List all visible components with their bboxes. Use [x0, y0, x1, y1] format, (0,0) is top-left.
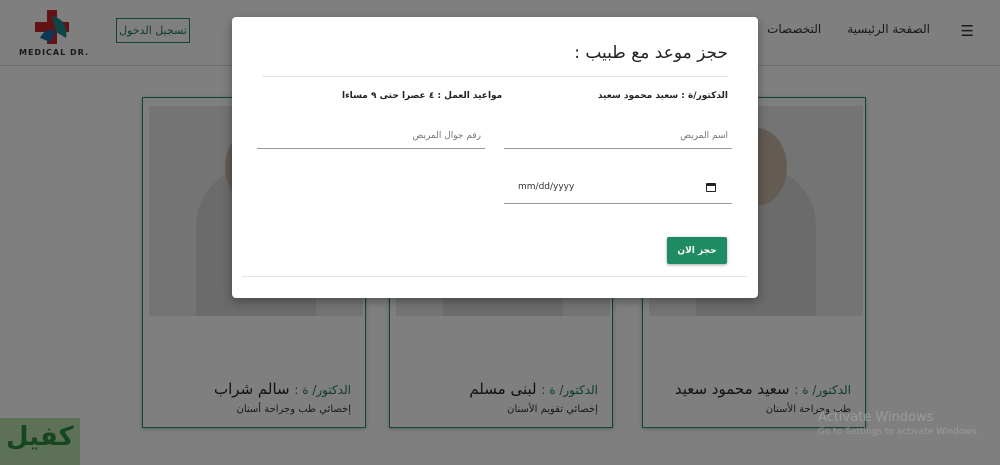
- modal-title: حجز موعد مع طبيب :: [574, 43, 728, 63]
- working-hours-label: مواعيد العمل : ٤ عصرا حتى ٩ مساءا: [342, 91, 503, 101]
- selected-doctor-label: الدكتور/ة : سعيد محمود سعيد: [597, 91, 728, 101]
- booking-modal: حجز موعد مع طبيب : الدكتور/ة : سعيد محمو…: [232, 17, 758, 298]
- activate-windows-watermark: Activate Windows Go to Settings to activ…: [818, 410, 980, 437]
- book-now-button[interactable]: حجز الان: [667, 237, 727, 264]
- appointment-date-input[interactable]: mm/dd/yyyy: [504, 175, 732, 204]
- divider: [242, 276, 747, 277]
- patient-phone-input[interactable]: [257, 123, 485, 149]
- patient-name-input[interactable]: [504, 123, 732, 149]
- divider: [262, 76, 728, 77]
- date-placeholder: mm/dd/yyyy: [518, 182, 575, 192]
- calendar-icon[interactable]: [706, 183, 716, 192]
